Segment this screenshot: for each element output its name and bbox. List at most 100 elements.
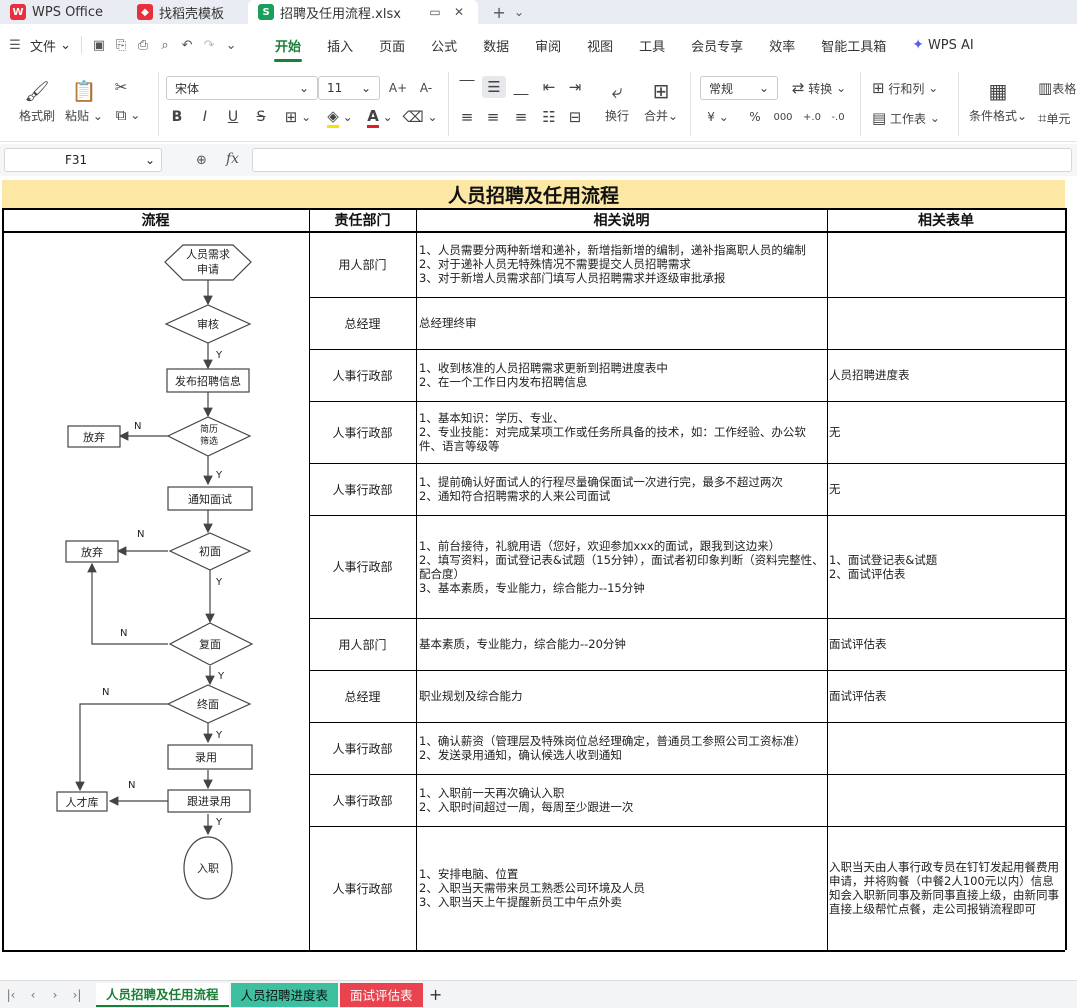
cut-button[interactable]: ✂ xyxy=(108,76,134,98)
wps-ai-button[interactable]: ✦ WPS AI xyxy=(899,24,987,66)
description-cell[interactable]: 1、人员需要分两种新增和递补，新增指新增的编制，递补指离职人员的编制 2、对于递补… xyxy=(416,231,827,297)
first-sheet-icon[interactable]: |‹ xyxy=(0,988,22,1002)
function-fx-icon[interactable]: fx xyxy=(226,151,239,167)
undo-icon[interactable]: ↶ xyxy=(176,34,198,56)
currency-button[interactable]: ¥ ⌄ xyxy=(700,106,736,128)
form-cell[interactable]: 无 xyxy=(827,463,1065,515)
cell-button[interactable]: ⌗ 单元 xyxy=(1038,106,1077,130)
form-cell[interactable]: 无 xyxy=(827,401,1065,463)
tab-docer[interactable]: ◆ 找稻壳模板 xyxy=(127,0,234,24)
sheet-tab-evaluation[interactable]: 面试评估表 xyxy=(340,982,423,1007)
conditional-format-button[interactable]: ▦ 条件格式⌄ xyxy=(966,74,1030,128)
form-cell[interactable]: 面试评估表 xyxy=(827,618,1065,670)
export-icon[interactable]: ⎘ xyxy=(110,34,132,56)
menu-item-data[interactable]: 数据 xyxy=(470,24,522,66)
form-cell[interactable]: 入职当天由人事行政专员在钉钉发起用餐费用申请，并将购餐（中餐2人100元以内）信… xyxy=(827,826,1065,950)
form-cell[interactable]: 人员招聘进度表 xyxy=(827,349,1065,401)
row-col-button[interactable]: ⊞ 行和列 ⌄ xyxy=(872,76,952,100)
form-cell[interactable]: 1、面试登记表&试题 2、面试评估表 xyxy=(827,515,1065,618)
grow-font-button[interactable]: A+ xyxy=(386,76,410,100)
description-cell[interactable]: 1、收到核准的人员招聘需求更新到招聘进度表中 2、在一个工作日内发布招聘信息 xyxy=(416,349,827,401)
convert-button[interactable]: ⇄ 转换 ⌄ xyxy=(788,76,850,100)
menu-item-formula[interactable]: 公式 xyxy=(418,24,470,66)
decrease-indent-button[interactable]: ⇤ xyxy=(538,76,560,98)
increase-decimal-button[interactable]: +.0 xyxy=(800,106,824,128)
tab-wps-office[interactable]: W WPS Office xyxy=(0,0,113,24)
form-cell[interactable] xyxy=(827,722,1065,774)
font-size-select[interactable]: 11 ⌄ xyxy=(318,76,380,100)
shrink-font-button[interactable]: A- xyxy=(414,76,438,100)
border-button[interactable]: ⊞ ⌄ xyxy=(280,106,316,128)
dept-cell[interactable]: 总经理 xyxy=(309,670,416,722)
menu-item-insert[interactable]: 插入 xyxy=(314,24,366,66)
hamburger-icon[interactable]: ☰ xyxy=(4,34,26,56)
print-icon[interactable]: ⎙ xyxy=(132,34,154,56)
clear-format-button[interactable]: ⌫ ⌄ xyxy=(402,106,438,128)
menu-item-view[interactable]: 视图 xyxy=(574,24,626,66)
close-icon[interactable]: ✕ xyxy=(450,3,468,21)
italic-button[interactable]: I xyxy=(194,106,216,128)
sheet-tab-recruitment-flow[interactable]: 人员招聘及任用流程 xyxy=(96,982,229,1007)
dept-cell[interactable]: 总经理 xyxy=(309,297,416,349)
name-box[interactable]: F31 ⌄ xyxy=(4,148,162,172)
chevron-down-icon[interactable]: ⌄ xyxy=(510,3,528,21)
description-cell[interactable]: 职业规划及综合能力 xyxy=(416,670,827,722)
description-cell[interactable]: 1、提前确认好面试人的行程尽量确保面试一次进行完，最多不超过两次 2、通知符合招聘… xyxy=(416,463,827,515)
print-preview-icon[interactable]: ⌕ xyxy=(154,34,176,56)
menu-item-smart-tools[interactable]: 智能工具箱 xyxy=(808,24,899,66)
align-center-button[interactable]: ≡ xyxy=(482,106,504,128)
menu-item-review[interactable]: 审阅 xyxy=(522,24,574,66)
align-right-button[interactable]: ≡ xyxy=(510,106,532,128)
description-cell[interactable]: 1、确认薪资（管理层及特殊岗位总经理确定，普通员工参照公司工资标准） 2、发送录用… xyxy=(416,722,827,774)
increase-indent-button[interactable]: ⇥ xyxy=(564,76,586,98)
percent-button[interactable]: % xyxy=(744,106,766,128)
form-cell[interactable] xyxy=(827,297,1065,349)
format-painter-button[interactable]: 🖌 格式刷 xyxy=(14,74,60,128)
sheet-tab-progress[interactable]: 人员招聘进度表 xyxy=(230,982,339,1007)
align-top-button[interactable]: ⎺ xyxy=(456,76,478,98)
distribute-button[interactable]: ⊟ xyxy=(564,106,586,128)
next-sheet-icon[interactable]: › xyxy=(44,988,66,1002)
decrease-decimal-button[interactable]: -.0 xyxy=(826,106,850,128)
dept-cell[interactable]: 人事行政部 xyxy=(309,722,416,774)
menu-item-page[interactable]: 页面 xyxy=(366,24,418,66)
dept-cell[interactable]: 人事行政部 xyxy=(309,774,416,826)
copy-button[interactable]: ⧉ ⌄ xyxy=(108,104,148,126)
redo-icon[interactable]: ↷ xyxy=(198,34,220,56)
save-icon[interactable]: ▣ xyxy=(88,34,110,56)
description-cell[interactable]: 基本素质，专业能力，综合能力--20分钟 xyxy=(416,618,827,670)
form-cell[interactable] xyxy=(827,231,1065,297)
font-name-select[interactable]: 宋体 ⌄ xyxy=(166,76,318,100)
add-sheet-button[interactable]: + xyxy=(425,985,447,1004)
description-cell[interactable]: 1、前台接待，礼貌用语（您好，欢迎参加xxx的面试，跟我到这边来） 2、填写资料，… xyxy=(416,515,827,618)
font-color-button[interactable]: A ⌄ xyxy=(362,106,398,128)
menu-item-tools[interactable]: 工具 xyxy=(626,24,678,66)
description-cell[interactable]: 总经理终审 xyxy=(416,297,827,349)
thousands-button[interactable]: 000 xyxy=(770,106,796,128)
dept-cell[interactable]: 用人部门 xyxy=(309,618,416,670)
description-cell[interactable]: 1、基本知识：学历、专业、 2、专业技能：对完成某项工作或任务所具备的技术，如：工… xyxy=(416,401,827,463)
bold-button[interactable]: B xyxy=(166,106,188,128)
form-cell[interactable]: 面试评估表 xyxy=(827,670,1065,722)
dept-cell[interactable]: 人事行政部 xyxy=(309,826,416,950)
justify-button[interactable]: ☷ xyxy=(538,106,560,128)
worksheet-button[interactable]: ▤ 工作表 ⌄ xyxy=(872,106,952,130)
dept-cell[interactable]: 人事行政部 xyxy=(309,401,416,463)
dept-cell[interactable]: 人事行政部 xyxy=(309,349,416,401)
spreadsheet-grid[interactable]: 人员招聘及任用流程 流程 责任部门 相关说明 相关表单 用人部门 1、人员需要分两… xyxy=(0,180,1077,980)
align-left-button[interactable]: ≡ xyxy=(456,106,478,128)
tab-file-active[interactable]: S 招聘及任用流程.xlsx ▭ ✕ xyxy=(248,0,479,24)
prev-sheet-icon[interactable]: ‹ xyxy=(22,988,44,1002)
form-cell[interactable] xyxy=(827,774,1065,826)
more-chevron-icon[interactable]: ⌄ xyxy=(220,34,242,56)
merge-button[interactable]: ⊞ 合并⌄ xyxy=(640,74,682,128)
dept-cell[interactable]: 用人部门 xyxy=(309,231,416,297)
menu-item-home[interactable]: 开始 xyxy=(262,24,314,66)
paste-button[interactable]: 📋 粘贴 ⌄ xyxy=(64,74,104,128)
table-style-button[interactable]: ▥ 表格 xyxy=(1038,76,1077,100)
monitor-icon[interactable]: ▭ xyxy=(426,3,444,21)
align-middle-button[interactable]: ☰ xyxy=(482,76,506,98)
underline-button[interactable]: U xyxy=(222,106,244,128)
plus-icon[interactable]: + xyxy=(490,3,508,22)
dept-cell[interactable]: 人事行政部 xyxy=(309,463,416,515)
